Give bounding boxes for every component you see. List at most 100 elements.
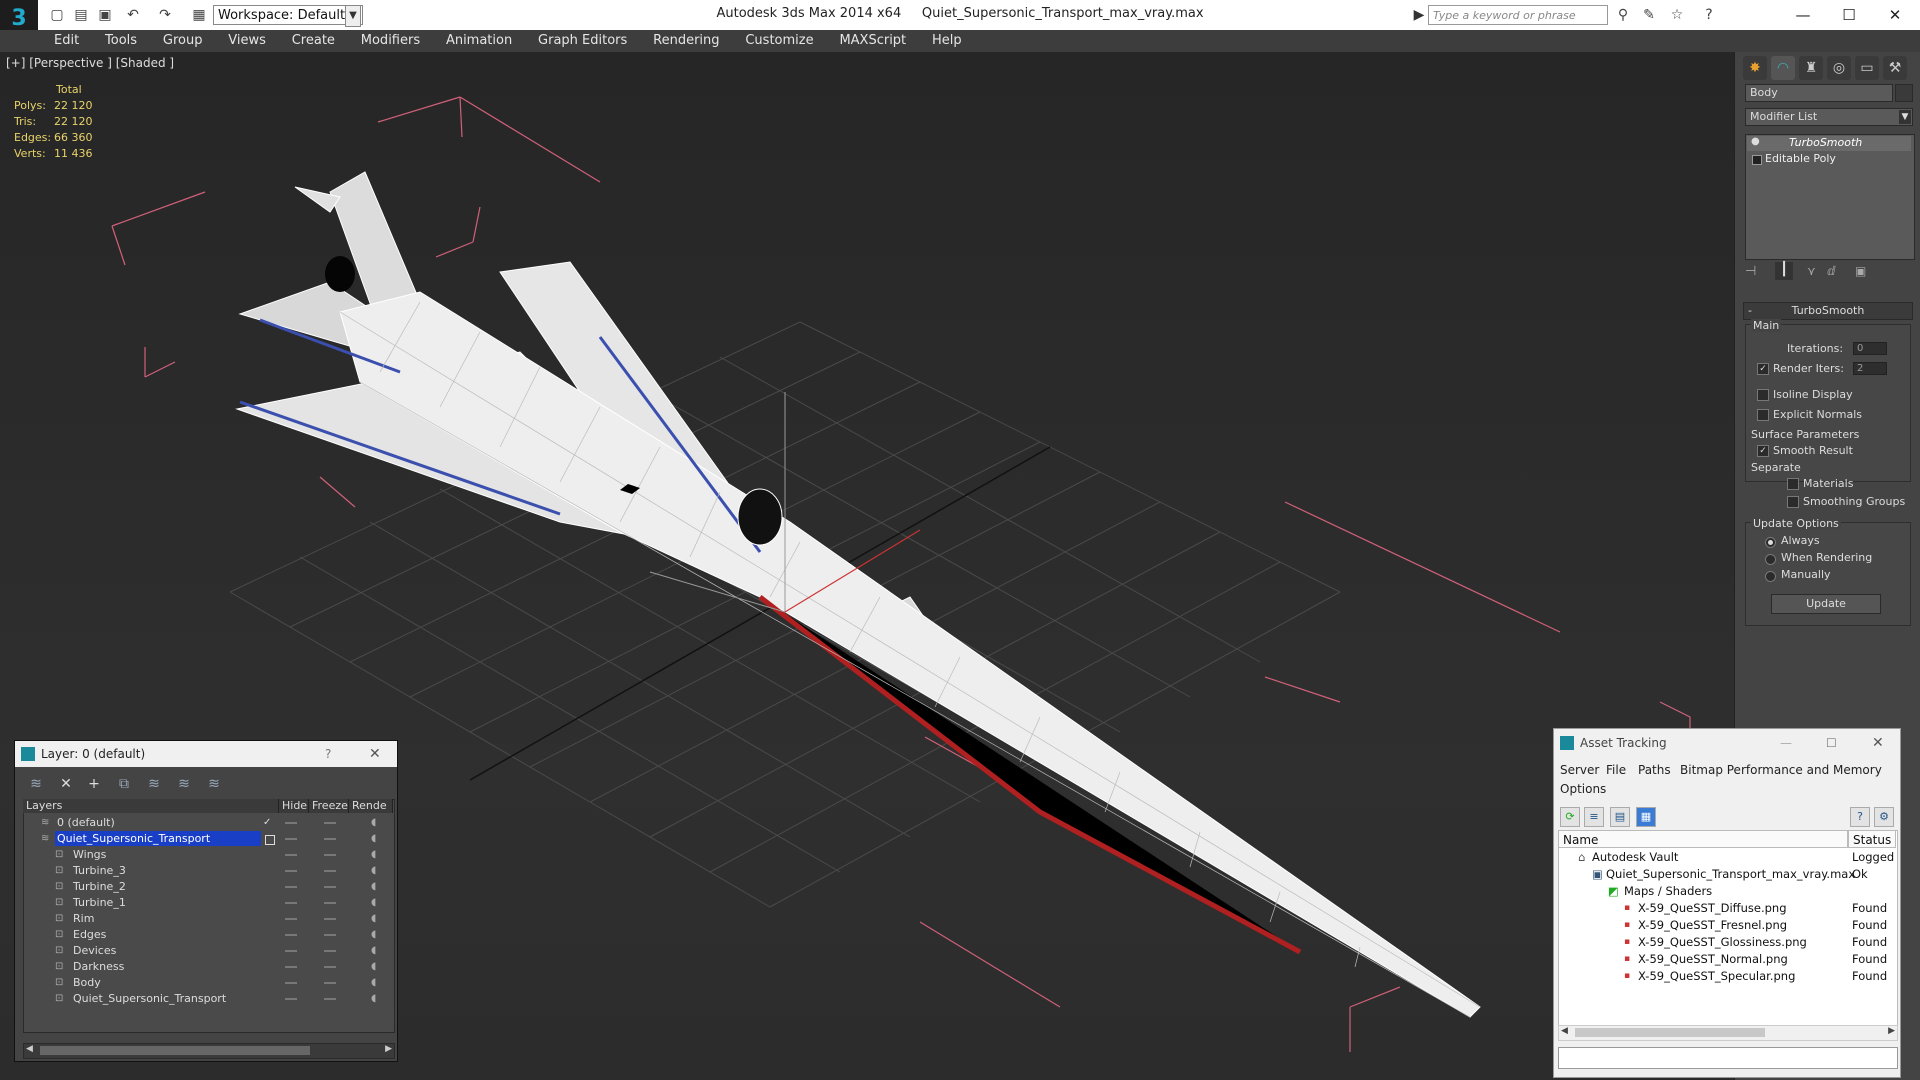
render-teapot-icon[interactable]: ◖ xyxy=(371,943,383,959)
redo-icon[interactable]: ↷ xyxy=(156,6,174,24)
object-name-field[interactable]: Body xyxy=(1745,84,1893,102)
star-icon[interactable]: ☆ xyxy=(1668,6,1686,24)
asset-row-texture[interactable]: ▪ X-59_QueSST_Normal.png Found xyxy=(1558,951,1894,968)
current-layer-checkmark-icon[interactable]: ✓ xyxy=(263,815,275,831)
help-icon[interactable]: ? xyxy=(1700,6,1718,24)
minimize-button[interactable]: — xyxy=(1780,0,1826,30)
table-view-icon[interactable]: ▦ xyxy=(1636,807,1656,827)
horizontal-scrollbar[interactable]: ◀ ▶ xyxy=(1558,1025,1898,1041)
display-tab-icon[interactable]: ▭ xyxy=(1855,56,1879,80)
hide-column-header[interactable]: Hide xyxy=(279,799,309,813)
utilities-tab-icon[interactable]: ⚒ xyxy=(1883,56,1907,80)
asset-row-maps-folder[interactable]: ◩ Maps / Shaders xyxy=(1558,883,1894,900)
isoline-display-checkbox[interactable] xyxy=(1757,389,1769,401)
render-teapot-icon[interactable]: ◖ xyxy=(371,815,383,831)
maximize-button[interactable]: ☐ xyxy=(1826,729,1837,757)
layer-dialog-titlebar[interactable]: Layer: 0 (default) ? ✕ xyxy=(15,741,397,767)
menu-tools[interactable]: Tools xyxy=(105,31,137,51)
render-iters-checkbox[interactable]: ✓ xyxy=(1757,363,1769,375)
modify-tab-icon[interactable]: ◠ xyxy=(1771,56,1795,80)
configure-sets-icon[interactable]: ▣ xyxy=(1855,264,1866,278)
pin-stack-icon[interactable]: ⊣ xyxy=(1745,264,1756,279)
delete-layer-icon[interactable]: ✕ xyxy=(57,775,75,793)
menu-modifiers[interactable]: Modifiers xyxy=(361,31,420,51)
refresh-icon[interactable]: ⟳ xyxy=(1560,807,1580,827)
scrollbar-thumb[interactable] xyxy=(1575,1028,1765,1037)
render-teapot-icon[interactable]: ◖ xyxy=(371,895,383,911)
asset-row-texture[interactable]: ▪ X-59_QueSST_Glossiness.png Found xyxy=(1558,934,1894,951)
name-column-header[interactable]: Name xyxy=(1558,830,1848,848)
asset-row-texture[interactable]: ▪ X-59_QueSST_Specular.png Found xyxy=(1558,968,1894,985)
scroll-right-icon[interactable]: ▶ xyxy=(1888,1026,1895,1036)
menu-file[interactable]: File xyxy=(1606,763,1626,777)
render-iters-spinner[interactable]: 2 xyxy=(1853,362,1887,375)
horizontal-scrollbar[interactable]: ◀ ▶ xyxy=(23,1043,395,1059)
layer-row[interactable]: ⊡ Quiet_Supersonic_Transport ◖ xyxy=(23,991,393,1007)
undo-icon[interactable]: ↶ xyxy=(124,6,142,24)
scroll-left-icon[interactable]: ◀ xyxy=(1561,1026,1568,1036)
maximize-button[interactable]: ☐ xyxy=(1826,0,1872,30)
explicit-normals-checkbox[interactable] xyxy=(1757,409,1769,421)
layers-column-header[interactable]: Layers xyxy=(23,799,279,813)
close-button[interactable]: ✕ xyxy=(1872,0,1918,30)
help-button[interactable]: ? xyxy=(325,741,331,767)
close-icon[interactable]: ✕ xyxy=(1872,729,1884,757)
menu-create[interactable]: Create xyxy=(292,31,335,51)
layer-row-selected[interactable]: ≋ Quiet_Supersonic_Transport ◖ xyxy=(23,831,393,847)
render-teapot-icon[interactable]: ◖ xyxy=(371,927,383,943)
menu-group[interactable]: Group xyxy=(163,31,203,51)
render-teapot-icon[interactable]: ◖ xyxy=(371,991,383,1007)
asset-row-max-file[interactable]: ▣ Quiet_Supersonic_Transport_max_vray.max… xyxy=(1558,866,1894,883)
aircraft-model[interactable] xyxy=(235,171,1481,1018)
path-input[interactable] xyxy=(1558,1047,1898,1069)
update-when-rendering-radio[interactable] xyxy=(1765,554,1776,565)
asset-row-texture[interactable]: ▪ X-59_QueSST_Diffuse.png Found xyxy=(1558,900,1894,917)
smoothing-groups-checkbox[interactable] xyxy=(1787,496,1799,508)
help-icon[interactable]: ? xyxy=(1850,807,1870,827)
highlight-layer-icon[interactable]: ≋ xyxy=(145,775,163,793)
layer-row[interactable]: ≋ 0 (default) ✓ ◖ xyxy=(23,815,393,831)
add-to-layer-icon[interactable]: + xyxy=(85,775,103,793)
motion-tab-icon[interactable]: ◎ xyxy=(1827,56,1851,80)
update-button[interactable]: Update xyxy=(1771,594,1881,614)
communication-center-icon[interactable]: ✎ xyxy=(1640,6,1658,24)
menu-help[interactable]: Help xyxy=(932,31,962,51)
menu-animation[interactable]: Animation xyxy=(446,31,512,51)
minimize-button[interactable]: — xyxy=(1780,729,1792,757)
chevron-down-icon[interactable]: ▼ xyxy=(1899,110,1911,124)
create-tab-icon[interactable]: ✸ xyxy=(1743,56,1767,80)
select-objects-icon[interactable]: ⧉ xyxy=(115,775,133,793)
smooth-result-checkbox[interactable]: ✓ xyxy=(1757,445,1769,457)
new-file-icon[interactable]: ▢ xyxy=(48,6,66,24)
close-icon[interactable]: ✕ xyxy=(369,741,381,767)
menu-options[interactable]: Options xyxy=(1560,782,1606,796)
workspace-dropdown[interactable]: Workspace: Default xyxy=(213,5,363,25)
render-teapot-icon[interactable]: ◖ xyxy=(371,879,383,895)
status-column-header[interactable]: Status xyxy=(1848,830,1896,848)
chevron-down-icon[interactable]: ▼ xyxy=(345,5,361,27)
scroll-right-icon[interactable]: ▶ xyxy=(385,1044,392,1054)
layer-row[interactable]: ⊡ Body ◖ xyxy=(23,975,393,991)
scrollbar-thumb[interactable] xyxy=(40,1046,310,1055)
render-teapot-icon[interactable]: ◖ xyxy=(371,959,383,975)
layer-row[interactable]: ⊡ Wings ◖ xyxy=(23,847,393,863)
save-file-icon[interactable]: ▣ xyxy=(96,6,114,24)
new-layer-icon[interactable]: ≋ xyxy=(27,775,45,793)
search-expand-icon[interactable]: ▶ xyxy=(1410,6,1428,24)
hide-all-layers-icon[interactable]: ≋ xyxy=(175,775,193,793)
freeze-all-layers-icon[interactable]: ≋ xyxy=(205,775,223,793)
menu-paths[interactable]: Paths xyxy=(1638,763,1671,777)
set-current-box[interactable] xyxy=(265,835,275,845)
stack-item-editable-poly[interactable]: Editable Poly xyxy=(1747,152,1911,167)
viewport-label[interactable]: [+] [Perspective ] [Shaded ] xyxy=(6,56,174,70)
make-unique-icon[interactable]: ⋎ xyxy=(1807,264,1816,278)
layer-row[interactable]: ⊡ Darkness ◖ xyxy=(23,959,393,975)
settings-icon[interactable]: ⚙ xyxy=(1874,807,1894,827)
menu-graph-editors[interactable]: Graph Editors xyxy=(538,31,627,51)
render-teapot-icon[interactable]: ◖ xyxy=(371,911,383,927)
asset-row-texture[interactable]: ▪ X-59_QueSST_Fresnel.png Found xyxy=(1558,917,1894,934)
render-teapot-icon[interactable]: ◖ xyxy=(371,863,383,879)
menu-bitmap-performance[interactable]: Bitmap Performance and Memory xyxy=(1680,763,1882,777)
stack-item-turbosmooth[interactable]: ● TurboSmooth xyxy=(1747,136,1911,151)
render-teapot-icon[interactable]: ◖ xyxy=(371,831,383,847)
